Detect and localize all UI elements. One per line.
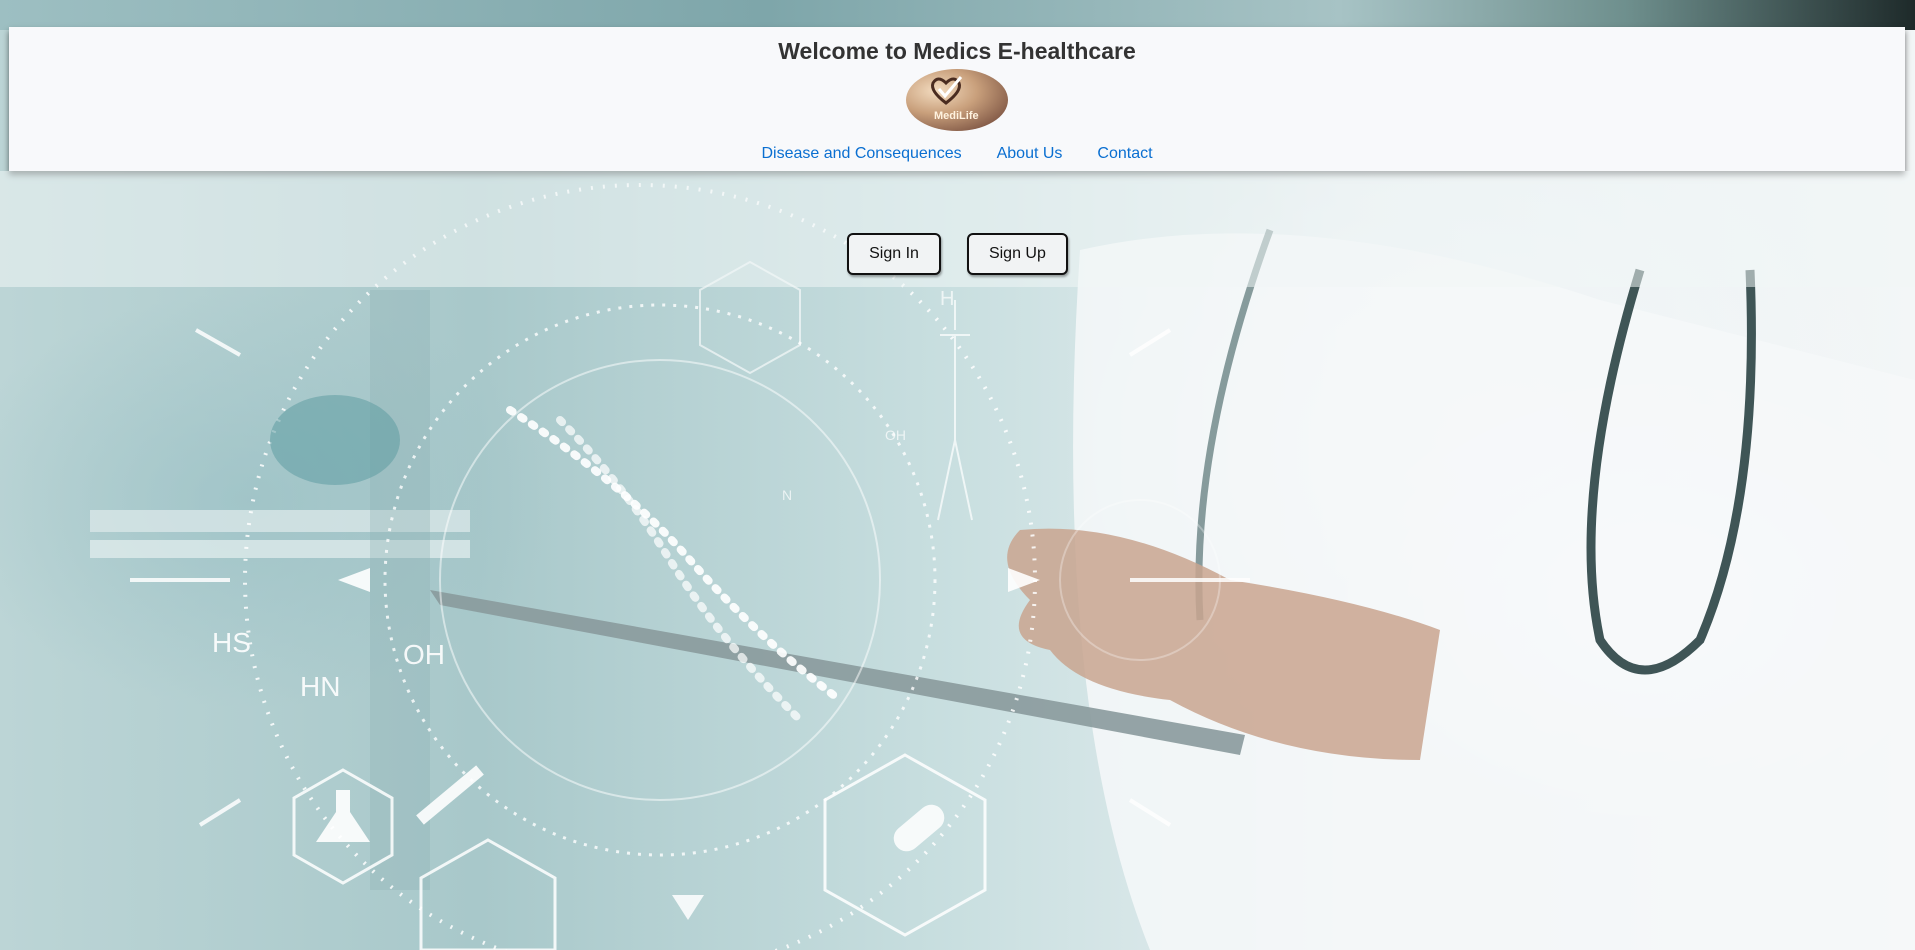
main-nav: Disease and Consequences About Us Contac… [9, 145, 1905, 163]
hero-body-figure [937, 300, 973, 521]
hero-tick [198, 798, 242, 827]
hero-label-oh: OH [403, 639, 445, 670]
nav-link-contact[interactable]: Contact [1097, 145, 1152, 163]
hero-pillar [370, 290, 430, 890]
hero-label-h: H [940, 288, 954, 310]
auth-buttons: Sign In Sign Up [0, 233, 1915, 275]
hero-pill-icon [893, 804, 945, 852]
hero-arrow [672, 895, 704, 920]
nav-link-disease-and-consequences[interactable]: Disease and Consequences [761, 145, 961, 163]
hero-dna-strand [506, 406, 844, 704]
medilife-logo[interactable]: MediLife [906, 69, 1008, 131]
sign-up-button[interactable]: Sign Up [966, 233, 1068, 275]
sign-in-button[interactable]: Sign In [847, 233, 941, 275]
hero-brain [270, 395, 400, 485]
logo-text: MediLife [934, 110, 979, 122]
hero-arrow [338, 568, 370, 592]
page: HS HN OH OH N H Welcome to Medics E-heal… [0, 0, 1915, 950]
hero-tick [195, 328, 241, 357]
hero-ring [439, 359, 881, 801]
page-title: Welcome to Medics E-healthcare [778, 38, 1136, 64]
hero-flask-icon [316, 790, 370, 842]
heart-check-icon: MediLife [931, 76, 979, 122]
hero-label-hn: HN [300, 671, 340, 702]
hero-hexagon [419, 838, 557, 950]
hero-label-n: N [782, 487, 792, 503]
site-header: Welcome to Medics E-healthcare MediLife … [9, 27, 1905, 171]
hero-label-hs: HS [212, 627, 251, 658]
hero-dna-strand [556, 416, 804, 724]
hero-label-oh-small: OH [885, 427, 906, 443]
hero-ring [383, 303, 937, 857]
nav-link-about-us[interactable]: About Us [997, 145, 1063, 163]
